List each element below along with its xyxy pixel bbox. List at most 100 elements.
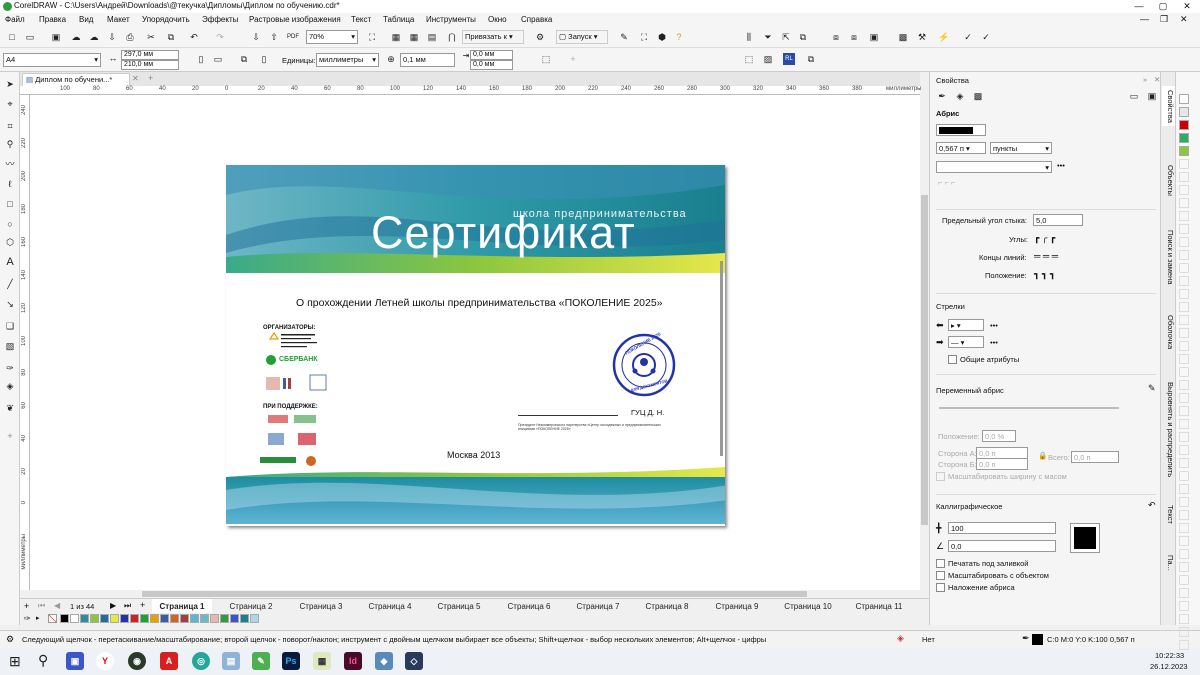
dither-icon[interactable]: ▩	[897, 31, 909, 43]
menu-restore-icon[interactable]: ❐	[1160, 14, 1168, 25]
crop-icon[interactable]: ⛶	[638, 31, 650, 43]
side-b-input[interactable]: 0,0 п	[976, 458, 1028, 470]
page-tab-4[interactable]: Страница 4	[359, 599, 421, 614]
arrange-icon[interactable]: ⧉	[805, 53, 817, 65]
line-tool-icon[interactable]: ╱	[4, 278, 16, 290]
rulers-icon[interactable]: ▦	[390, 31, 402, 43]
docker-tab-text[interactable]: Текст	[1162, 500, 1175, 528]
menu-table[interactable]: Таблица	[383, 15, 414, 24]
palette-swatch[interactable]	[1179, 406, 1189, 416]
palette-swatch[interactable]	[1179, 484, 1189, 494]
menu-tools[interactable]: Инструменты	[426, 15, 476, 24]
page-height-input[interactable]: 210,0 мм	[121, 60, 179, 70]
connector-tool-icon[interactable]: ↘	[4, 298, 16, 310]
palette-swatch[interactable]	[1179, 276, 1189, 286]
palette-swatch[interactable]	[1179, 393, 1189, 403]
close-button[interactable]: ✕	[1176, 0, 1198, 13]
palette-swatch[interactable]	[1179, 263, 1189, 273]
add-page-icon[interactable]: +	[24, 601, 29, 611]
palette-swatch[interactable]	[1179, 497, 1189, 507]
vertical-scroll-thumb[interactable]	[921, 195, 928, 525]
palette-swatch[interactable]	[1179, 133, 1189, 143]
palette-swatch[interactable]	[1179, 289, 1189, 299]
more-styles-icon[interactable]: •••	[1057, 161, 1065, 170]
magic-icon[interactable]: ⚡	[938, 31, 950, 43]
menu-help[interactable]: Справка	[521, 15, 552, 24]
palette-swatch[interactable]	[1179, 250, 1189, 260]
scale-var-checkbox[interactable]	[936, 472, 945, 481]
shape-tool-icon[interactable]: ⌖	[4, 98, 16, 110]
yandex-browser-icon[interactable]: Y	[96, 652, 114, 670]
all-pages-icon[interactable]: ⧉	[238, 53, 250, 65]
page-tab-3[interactable]: Страница 3	[290, 599, 352, 614]
dup-y-input[interactable]: 0,0 мм	[470, 60, 513, 70]
blend-icon[interactable]: ⧈	[848, 31, 860, 43]
shadow-tool-icon[interactable]: ❑	[4, 320, 16, 332]
coreldraw-taskbar-icon[interactable]: ✎	[252, 652, 270, 670]
palette-swatch[interactable]	[1179, 146, 1189, 156]
new-tab-icon[interactable]: +	[148, 73, 153, 83]
taskbar-app2-icon[interactable]: ◉	[128, 652, 146, 670]
palette-swatch[interactable]	[1179, 159, 1189, 169]
last-page-icon[interactable]: ⏭	[124, 601, 131, 611]
docker-tab-envelope[interactable]: Оболочка	[1162, 312, 1175, 352]
launch-dropdown[interactable]: ▢ Запуск ▾	[556, 30, 608, 44]
zoom-tool-icon[interactable]: ⚲	[4, 138, 16, 150]
windows-start-icon[interactable]: ⊞	[9, 653, 21, 670]
acrobat-icon[interactable]: A	[160, 652, 178, 670]
photoshop-icon[interactable]: Ps	[282, 652, 300, 670]
document-swatch[interactable]	[90, 614, 99, 623]
line-style-select[interactable]: ▾	[936, 161, 1052, 173]
panel-collapse-icon[interactable]: »	[1143, 75, 1147, 84]
combine-icon[interactable]: ⧈	[830, 31, 842, 43]
tools-icon[interactable]: ⚒	[916, 31, 928, 43]
palette-swatch[interactable]	[1179, 94, 1189, 104]
document-swatch[interactable]	[240, 614, 249, 623]
bitmap-icon[interactable]: ⬚	[743, 53, 755, 65]
palette-swatch[interactable]	[1179, 198, 1189, 208]
variable-width-track[interactable]	[939, 407, 1119, 413]
outline-width-input[interactable]: 0,567 п ▾	[936, 142, 986, 154]
palette-swatch[interactable]	[1179, 419, 1189, 429]
palette-swatch[interactable]	[1179, 380, 1189, 390]
next-page-icon[interactable]: ▶	[110, 601, 116, 610]
eyedropper-tool-icon[interactable]: ✑	[4, 362, 16, 374]
fill-tool-icon[interactable]: ◈	[4, 380, 16, 392]
vertical-ruler[interactable]: 240 220 200 180 160 140 120 100 80 60 40 20 0 миллиме…	[20, 95, 30, 590]
crop-tool-icon[interactable]: ⌗	[4, 120, 16, 132]
palette-swatch[interactable]	[1179, 575, 1189, 585]
outline-unit-select[interactable]: пункты ▾	[990, 142, 1052, 154]
rl-icon[interactable]: RL	[783, 53, 795, 65]
page-tab-8[interactable]: Страница 8	[636, 599, 698, 614]
maximize-button[interactable]: ▢	[1152, 0, 1174, 13]
taskbar-app5-icon[interactable]: ▦	[313, 652, 331, 670]
palette-swatch[interactable]	[1179, 107, 1189, 117]
print-icon[interactable]: ⎙	[124, 31, 136, 43]
corner-options-icons[interactable]: ┏ ╭ ┏	[1034, 233, 1055, 244]
import-file-icon[interactable]: ⇩	[250, 31, 262, 43]
taskbar-app3-icon[interactable]: ◎	[192, 652, 210, 670]
menu-view[interactable]: Вид	[79, 15, 93, 24]
page-tab-7[interactable]: Страница 7	[567, 599, 629, 614]
start-arrow-select[interactable]: ▸ ▾	[948, 319, 984, 331]
palette-swatch[interactable]	[1179, 367, 1189, 377]
palette-swatch[interactable]	[1179, 549, 1189, 559]
palette-swatch[interactable]	[1179, 536, 1189, 546]
zoom-level-select[interactable]: 70% ▾	[306, 30, 358, 44]
docker-tab-objects[interactable]: Объекты	[1162, 160, 1175, 200]
guidelines-icon[interactable]: ▤	[426, 31, 438, 43]
scale-object-checkbox[interactable]	[936, 571, 945, 580]
palette-swatch[interactable]	[1179, 328, 1189, 338]
palette-swatch[interactable]	[1179, 614, 1189, 624]
behind-fill-checkbox[interactable]	[936, 559, 945, 568]
docker-tab-find-replace[interactable]: Поиск и замена	[1162, 222, 1175, 292]
palette-swatch[interactable]	[1179, 354, 1189, 364]
taskbar-app6-icon[interactable]: ◆	[375, 652, 393, 670]
menu-window[interactable]: Окно	[488, 15, 507, 24]
page-tab-6[interactable]: Страница 6	[498, 599, 560, 614]
document-tab[interactable]: ▤ Диплом по обучени...*	[22, 73, 130, 86]
document-swatch[interactable]	[100, 614, 109, 623]
palette-arrow-icon[interactable]: ▸	[36, 614, 40, 622]
document-swatch[interactable]	[130, 614, 139, 623]
pen-icon[interactable]: ✎	[618, 31, 630, 43]
